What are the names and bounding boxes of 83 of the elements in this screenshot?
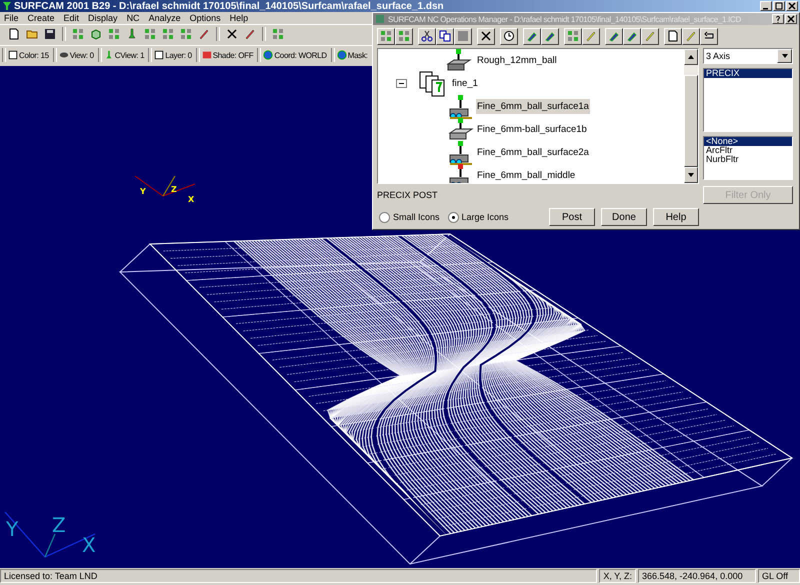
tool-icon [104, 50, 114, 60]
axis-label: Y [140, 187, 146, 196]
axis-label: Z [171, 185, 177, 194]
status-field[interactable]: Mask: [348, 50, 368, 60]
coord-readout: 366.548, -240.964, 0.000 [638, 569, 756, 583]
tree-item[interactable]: Fine_6mm_ball_middle [476, 168, 576, 183]
menu-item[interactable]: Edit [64, 12, 80, 22]
pencil-icon[interactable] [582, 28, 600, 44]
view-axis-triad-icon [4, 511, 96, 558]
tree-item[interactable]: Fine_6mm_ball_surface1a [476, 99, 590, 114]
menu-item[interactable]: Analyze [148, 12, 181, 22]
tree-item[interactable]: fine_1 [451, 76, 479, 91]
axis-label: X [82, 533, 96, 557]
close-button[interactable] [786, 1, 798, 11]
tool-operation-icon [446, 116, 474, 142]
radio-option[interactable]: Large Icons [448, 212, 509, 222]
dropdown-arrow-icon [780, 52, 788, 60]
axis-label: X [188, 195, 194, 204]
axis-dropdown[interactable]: 3 Axis [703, 48, 793, 64]
maximize-icon [775, 2, 783, 10]
help-icon[interactable] [772, 14, 784, 24]
list-item[interactable]: <None> [704, 137, 792, 146]
close-button[interactable] [785, 14, 797, 24]
refresh-icon[interactable] [700, 28, 718, 44]
status-field[interactable]: CView: 1 [114, 50, 144, 60]
status-field[interactable]: Coord: WORLD [274, 50, 327, 60]
pencil-icon[interactable] [682, 28, 700, 44]
menu-item[interactable]: Create [28, 12, 55, 22]
scroll-down-icon[interactable] [687, 171, 695, 179]
window-title: SURFCAM 2001 B29 - D:\rafael schmidt 170105\final_140105\Surfcam\rafael_surface_1.dsn [14, 0, 444, 12]
collapse-toggle[interactable] [396, 79, 407, 88]
work-axis-triad-icon [134, 176, 196, 196]
square-icon [8, 50, 18, 60]
menu-item[interactable]: Help [230, 12, 248, 22]
list-item[interactable]: NurbFltr [704, 155, 792, 164]
minimize-button[interactable] [760, 1, 772, 11]
post-label: PRECIX POST [377, 190, 439, 202]
scroll-up-icon[interactable] [687, 53, 695, 61]
axis-label: Y [6, 517, 18, 541]
dialog-button[interactable]: Done [601, 208, 647, 226]
square-icon [154, 50, 164, 60]
tree-item[interactable]: Rough_12mm_ball [476, 53, 558, 68]
tool-icon[interactable] [623, 28, 641, 44]
gl-status: GL Off [758, 569, 800, 583]
tool-icon[interactable] [541, 28, 559, 44]
clock-icon[interactable] [500, 28, 518, 44]
dialog-title: SURFCAM NC Operations Manager - D:\rafael schmidt 170105\final_140105\Surfcam\rafael_surface_1.ICD [388, 14, 742, 24]
menu-item[interactable]: Display [88, 12, 118, 22]
globe-icon [263, 50, 274, 60]
app-logo-icon [375, 14, 385, 24]
axis-label: Z [52, 513, 66, 537]
radio-option[interactable]: Small Icons [379, 212, 440, 222]
cross-icon[interactable] [477, 28, 495, 44]
grid-icon[interactable] [395, 28, 413, 44]
tree-item[interactable]: Fine_6mm-ball_surface1b [476, 122, 588, 137]
dialog-button[interactable]: Post [549, 208, 595, 226]
eye-icon [58, 50, 69, 60]
dialog-button[interactable]: Help [653, 208, 699, 226]
status-field[interactable]: Color: 15 [19, 50, 49, 60]
status-field[interactable]: Shade: OFF [212, 50, 254, 60]
menu-item[interactable]: File [4, 12, 19, 22]
tool-icon[interactable] [523, 28, 541, 44]
doc-icon[interactable] [664, 28, 682, 44]
scrollbar[interactable] [684, 49, 698, 183]
license-text: Licensed to: Team LND [0, 569, 598, 583]
scissors-icon[interactable] [418, 28, 436, 44]
tool-group-icon [419, 70, 447, 96]
grid-icon[interactable] [564, 28, 582, 44]
menu-item[interactable]: Options [190, 12, 221, 22]
status-field[interactable]: Layer: 0 [165, 50, 192, 60]
tree-item[interactable]: Fine_6mm_ball_surface2a [476, 145, 590, 160]
menu-item[interactable]: NC [126, 12, 140, 22]
grid-icon[interactable] [377, 28, 395, 44]
coord-label: X, Y, Z: [599, 569, 636, 583]
maximize-button[interactable] [773, 1, 785, 11]
list-item[interactable]: PRECIX [704, 69, 792, 78]
tool-icon[interactable] [605, 28, 623, 44]
list-item[interactable]: ArcFltr [704, 146, 792, 155]
globe-icon [336, 50, 347, 60]
app-logo-icon [2, 1, 12, 11]
status-field[interactable]: View: 0 [70, 50, 94, 60]
pencil-icon[interactable] [641, 28, 659, 44]
copy-icon[interactable] [436, 28, 454, 44]
